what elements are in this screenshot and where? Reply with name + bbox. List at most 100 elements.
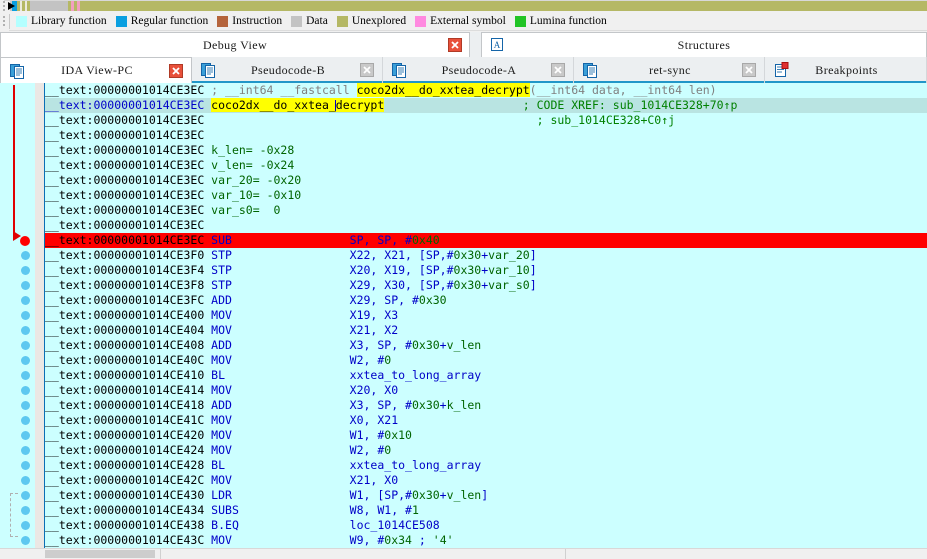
disasm-row[interactable]: __text:00000001014CE3EC ; sub_1014CE328+… [45,113,927,128]
mnemonic: MOV [211,308,350,322]
tab-label: Pseudocode-A [441,62,517,77]
disasm-row[interactable]: __text:00000001014CE40C MOV W2, #0 [45,353,927,368]
breakpoint-dot[interactable] [21,476,30,485]
legend-swatch-icon [115,15,127,27]
disasm-row[interactable]: __text:00000001014CE410 BL xxtea_to_long… [45,368,927,383]
legend-swatch-icon [514,15,526,27]
legend-item-instruction: Instruction [217,15,282,27]
outer-tab-debug-view[interactable]: Debug View [0,32,470,57]
legend-label: External symbol [430,15,506,27]
breakpoint-dot[interactable] [21,326,30,335]
close-icon[interactable] [448,38,462,52]
current-instruction-marker[interactable] [20,236,30,246]
operands: X20, X0 [349,383,399,397]
disasm-row[interactable]: __text:00000001014CE41C MOV X0, X21 [45,413,927,428]
mnemonic: STP [211,248,350,262]
mnemonic: ADD [211,338,350,352]
disasm-row[interactable]: __text:00000001014CE408 ADD X3, SP, #0x3… [45,338,927,353]
disasm-row[interactable]: __text:00000001014CE3F4 STP X20, X19, [S… [45,263,927,278]
disasm-row[interactable]: __text:00000001014CE3EC [45,128,927,143]
tab-breakpoints[interactable]: Breakpoints [765,57,927,83]
disasm-row[interactable]: __text:00000001014CE3EC k_len= -0x28 [45,143,927,158]
xref-link[interactable]: sub_1014CE328+C0↑j [550,113,675,127]
navigator-bar[interactable] [0,0,927,12]
address-cell: __text:00000001014CE424 [45,443,212,457]
address-cell: __text:00000001014CE3FC [45,293,212,307]
disasm-row[interactable]: __text:00000001014CE420 MOV W1, #0x10 [45,428,927,443]
breakpoint-dot[interactable] [21,506,30,515]
address-cell: __text:00000001014CE3F0 [45,248,212,262]
breakpoint-dot[interactable] [21,416,30,425]
disasm-row[interactable]: __text:00000001014CE424 MOV W2, #0 [45,443,927,458]
disasm-row[interactable]: __text:00000001014CE43C MOV W9, #0x34 ; … [45,533,927,548]
disasm-row[interactable]: __text:00000001014CE438 B.EQ loc_1014CE5… [45,518,927,533]
close-icon[interactable] [169,63,183,78]
mnemonic: MOV [211,353,350,367]
disasm-row[interactable]: __text:00000001014CE3EC var_s0= 0 [45,203,927,218]
tab-pseudocode-b[interactable]: Pseudocode-B [192,57,383,83]
disasm-row[interactable]: __text:00000001014CE3F0 STP X22, X21, [S… [45,248,927,263]
breakpoint-dot[interactable] [21,536,30,545]
disassembly-view[interactable]: X30 __text:00000001014CE3EC ; __int64 __… [0,83,927,548]
outer-tab-bar[interactable]: Debug View A Structures [0,32,927,57]
breakpoint-dot[interactable] [21,446,30,455]
legend-label: Regular function [130,15,209,27]
disasm-row[interactable]: __text:00000001014CE3EC [45,218,927,233]
breakpoint-dot[interactable] [21,251,30,260]
disasm-row[interactable]: __text:00000001014CE3EC var_10= -0x10 [45,188,927,203]
disasm-row[interactable]: __text:00000001014CE400 MOV X19, X3 [45,308,927,323]
address-cell: __text:00000001014CE3EC [45,158,212,172]
disasm-row[interactable]: __text:00000001014CE42C MOV X21, X0 [45,473,927,488]
breakpoint-dot[interactable] [21,281,30,290]
breakpoint-gutter[interactable]: X30 [0,83,35,548]
breakpoint-dot[interactable] [21,491,30,500]
highlighted-symbol: coco2dx__do_xxtea_decrypt [356,83,530,97]
disasm-row[interactable]: __text:00000001014CE3EC var_20= -0x20 [45,173,927,188]
tab-ret-sync[interactable]: ret-sync [574,57,765,83]
breakpoint-dot[interactable] [21,386,30,395]
breakpoint-dot[interactable] [21,356,30,365]
mnemonic: MOV [211,413,350,427]
disasm-row[interactable]: __text:00000001014CE430 LDR W1, [SP,#0x3… [45,488,927,503]
disasm-row[interactable]: __text:00000001014CE404 MOV X21, X2 [45,323,927,338]
close-icon[interactable] [551,63,565,77]
address-cell: __text:00000001014CE3EC [45,188,212,202]
tab-pseudocode-a[interactable]: Pseudocode-A [383,57,574,83]
close-icon[interactable] [360,63,374,77]
breakpoint-dot[interactable] [21,371,30,380]
close-icon[interactable] [742,63,756,77]
disasm-row[interactable]: __text:00000001014CE3EC ; __int64 __fast… [45,83,927,98]
disasm-row[interactable]: __text:00000001014CE414 MOV X20, X0 [45,383,927,398]
disasm-row[interactable]: __text:00000001014CE3FC ADD X29, SP, #0x… [45,293,927,308]
disasm-row[interactable]: __text:00000001014CE428 BL xxtea_to_long… [45,458,927,473]
breakpoint-dot[interactable] [21,296,30,305]
operands: X3, SP, #0x30+v_len [349,338,482,352]
scrollbar-thumb[interactable] [45,550,155,558]
navigator-segment [80,1,927,11]
breakpoint-dot[interactable] [21,431,30,440]
breakpoint-dot[interactable] [21,521,30,530]
disasm-row[interactable]: __text:00000001014CE3F8 STP X29, X30, [S… [45,278,927,293]
navigator-strip[interactable] [4,0,927,11]
outer-tab-structures[interactable]: A Structures [481,32,927,57]
breakpoint-dot[interactable] [21,341,30,350]
operands: X21, X2 [349,323,399,337]
breakpoint-dot[interactable] [21,266,30,275]
disasm-row[interactable]: __text:00000001014CE3EC coco2dx__do_xxte… [45,98,927,113]
horizontal-scrollbar[interactable] [0,548,927,559]
xref-link[interactable]: sub_1014CE328+70↑p [613,98,738,112]
legend-swatch-icon [291,15,303,27]
tab-ida-view-pc[interactable]: IDA View-PC [0,57,192,83]
breakpoint-dot[interactable] [21,311,30,320]
disasm-row[interactable]: __text:00000001014CE418 ADD X3, SP, #0x3… [45,398,927,413]
breakpoint-dot[interactable] [21,461,30,470]
inner-tab-bar[interactable]: IDA View-PC Pseudocode-B Pseudocode-A ret-s… [0,57,927,83]
disasm-row[interactable]: __text:00000001014CE3EC SUB SP, SP, #0x4… [45,233,927,248]
legend-swatch-icon [217,15,229,27]
code-listing[interactable]: __text:00000001014CE3EC ; __int64 __fast… [45,83,927,548]
legend-grip[interactable] [0,11,9,31]
disasm-row[interactable]: __text:00000001014CE3EC v_len= -0x24 [45,158,927,173]
breakpoint-dot[interactable] [21,401,30,410]
address-cell: __text:00000001014CE40C [45,353,212,367]
disasm-row[interactable]: __text:00000001014CE434 SUBS W8, W1, #1 [45,503,927,518]
